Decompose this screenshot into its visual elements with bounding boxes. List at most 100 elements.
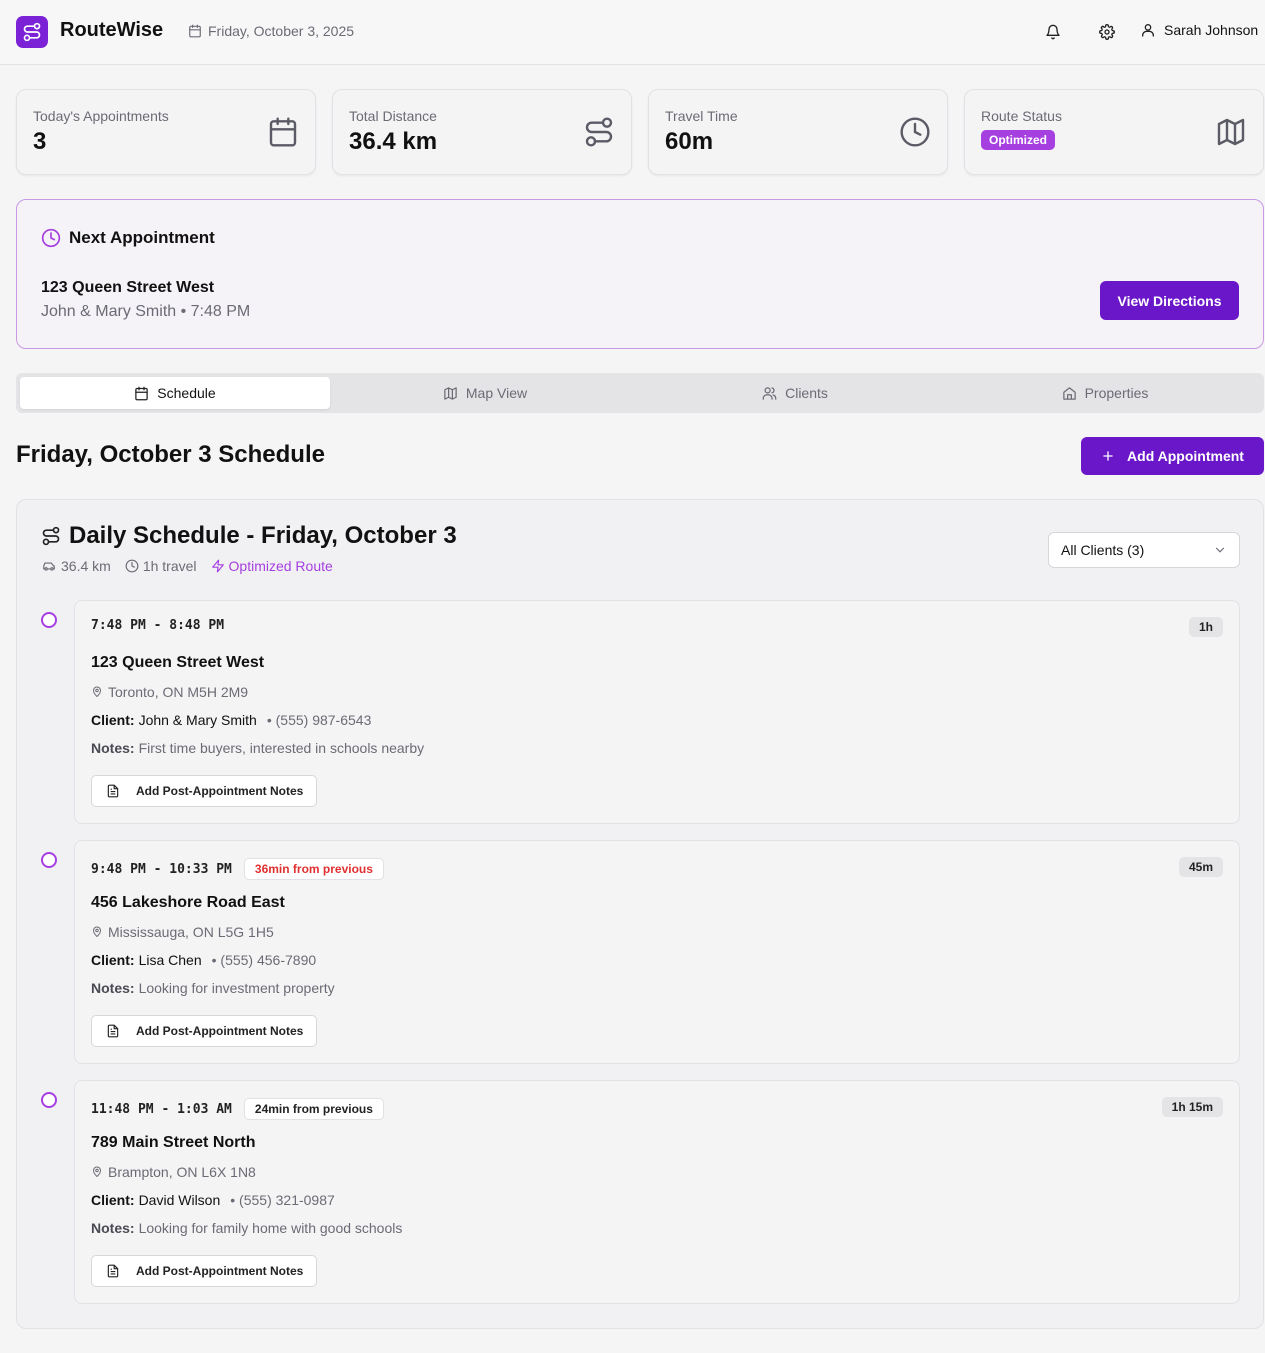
clock-icon xyxy=(125,559,139,573)
stat-label: Travel Time xyxy=(665,108,738,124)
notes-text: First time buyers, interested in schools… xyxy=(138,740,425,756)
add-notes-button[interactable]: Add Post-Appointment Notes xyxy=(91,775,317,807)
stat-value: 36.4 km xyxy=(349,128,438,155)
appointment-city: Brampton, ON L6X 1N8 xyxy=(91,1164,256,1180)
client-label: Client: xyxy=(91,1192,135,1208)
calendar-icon xyxy=(188,24,202,38)
notes-row: Notes: Looking for investment property xyxy=(91,980,335,996)
file-text-icon xyxy=(106,1024,120,1038)
optimized-text: Optimized Route xyxy=(228,558,333,574)
distance-text: 36.4 km xyxy=(61,558,111,574)
city-text: Mississauga, ON L5G 1H5 xyxy=(108,924,274,940)
route-summary: 36.4 km 1h travel Optimized Route xyxy=(41,558,333,574)
client-row: Client: Lisa Chen • (555) 456-7890 xyxy=(91,952,316,968)
timeline-dot xyxy=(41,1092,57,1108)
client-label: Client: xyxy=(91,712,135,728)
user-name: Sarah Johnson xyxy=(1164,22,1259,38)
view-tabs: Schedule Map View Clients Properties xyxy=(16,373,1264,413)
daily-schedule-title-text: Daily Schedule - Friday, October 3 xyxy=(69,522,457,549)
header-date-text: Friday, October 3, 2025 xyxy=(208,23,355,39)
appointment-address: 123 Queen Street West xyxy=(91,654,265,671)
stat-card-route-status: Route Status Optimized xyxy=(964,89,1264,175)
appointment-address: 789 Main Street North xyxy=(91,1134,256,1151)
calendar-icon xyxy=(134,386,149,401)
optimized-meta: Optimized Route xyxy=(211,558,333,574)
duration-badge: 45m xyxy=(1178,857,1223,877)
map-pin-icon xyxy=(91,1166,103,1178)
client-name: John & Mary Smith xyxy=(138,712,257,728)
stat-card-distance: Total Distance 36.4 km xyxy=(332,89,632,175)
stat-label: Today's Appointments xyxy=(33,108,169,124)
add-notes-label: Add Post-Appointment Notes xyxy=(136,784,304,798)
stat-label: Route Status xyxy=(981,108,1062,124)
add-notes-button[interactable]: Add Post-Appointment Notes xyxy=(91,1015,317,1047)
stat-card-travel-time: Travel Time 60m xyxy=(648,89,948,175)
user-menu[interactable]: Sarah Johnson xyxy=(1140,22,1258,38)
route-icon xyxy=(41,526,61,546)
client-row: Client: John & Mary Smith • (555) 987-65… xyxy=(91,712,371,728)
gear-icon[interactable] xyxy=(1097,22,1117,42)
add-notes-label: Add Post-Appointment Notes xyxy=(136,1024,304,1038)
notes-row: Notes: Looking for family home with good… xyxy=(91,1220,402,1236)
stat-label: Total Distance xyxy=(349,108,437,124)
route-icon xyxy=(583,116,615,148)
next-appointment-card: Next Appointment 123 Queen Street West J… xyxy=(16,199,1264,349)
notes-text: Looking for investment property xyxy=(138,980,335,996)
lightning-icon xyxy=(211,559,225,573)
tab-properties[interactable]: Properties xyxy=(950,377,1260,409)
tab-map-view[interactable]: Map View xyxy=(330,377,640,409)
stat-value: 3 xyxy=(33,128,47,155)
user-icon xyxy=(1140,22,1156,38)
travel-badge: 36min from previous xyxy=(243,858,384,880)
tab-schedule[interactable]: Schedule xyxy=(20,377,330,409)
time-row: 9:48 PM - 10:33 PM 36min from previous xyxy=(91,858,384,880)
city-text: Toronto, ON M5H 2M9 xyxy=(108,684,249,700)
users-icon xyxy=(762,386,777,401)
notes-row: Notes: First time buyers, interested in … xyxy=(91,740,424,756)
notes-label: Notes: xyxy=(91,1220,135,1236)
next-appointment-heading: Next Appointment xyxy=(69,228,215,247)
distance-meta: 36.4 km xyxy=(41,558,111,574)
client-row: Client: David Wilson • (555) 321-0987 xyxy=(91,1192,335,1208)
add-notes-button[interactable]: Add Post-Appointment Notes xyxy=(91,1255,317,1287)
client-phone[interactable]: • (555) 987-6543 xyxy=(267,712,372,728)
client-name: David Wilson xyxy=(138,1192,221,1208)
add-appointment-button[interactable]: Add Appointment xyxy=(1081,437,1264,475)
appointment-time: 9:48 PM - 10:33 PM xyxy=(91,861,232,877)
calendar-icon xyxy=(267,116,299,148)
stat-value: 60m xyxy=(665,128,714,155)
appointment-item: 7:48 PM - 8:48 PM 1h 123 Queen Street We… xyxy=(74,600,1240,824)
duration-badge: 1h xyxy=(1188,617,1223,637)
map-pin-icon xyxy=(91,686,103,698)
client-filter-value: All Clients (3) xyxy=(1061,542,1145,558)
file-text-icon xyxy=(106,784,120,798)
travel-badge: 24min from previous xyxy=(243,1098,384,1120)
car-icon xyxy=(41,559,57,573)
client-phone[interactable]: • (555) 456-7890 xyxy=(212,952,317,968)
time-row: 7:48 PM - 8:48 PM xyxy=(91,618,224,633)
tab-clients[interactable]: Clients xyxy=(640,377,950,409)
time-row: 11:48 PM - 1:03 AM 24min from previous xyxy=(91,1098,384,1120)
home-icon xyxy=(1062,386,1077,401)
client-filter-select[interactable]: All Clients (3) xyxy=(1048,532,1240,568)
app-header: RouteWise Friday, October 3, 2025 Sarah … xyxy=(0,0,1265,65)
bell-icon[interactable] xyxy=(1043,22,1063,42)
map-icon xyxy=(1215,116,1247,148)
view-directions-button[interactable]: View Directions xyxy=(1100,281,1239,320)
daily-schedule-title: Daily Schedule - Friday, October 3 xyxy=(41,522,457,550)
appointment-item: 9:48 PM - 10:33 PM 36min from previous 4… xyxy=(74,840,1240,1064)
appointment-address: 456 Lakeshore Road East xyxy=(91,894,285,911)
logo-icon[interactable] xyxy=(16,16,48,48)
client-phone[interactable]: • (555) 321-0987 xyxy=(230,1192,335,1208)
notes-label: Notes: xyxy=(91,980,135,996)
next-appointment-address: 123 Queen Street West xyxy=(41,279,215,296)
tab-label: Clients xyxy=(785,385,828,401)
map-icon xyxy=(443,386,458,401)
notes-label: Notes: xyxy=(91,740,135,756)
client-label: Client: xyxy=(91,952,135,968)
appointment-time: 7:48 PM - 8:48 PM xyxy=(91,618,225,633)
file-text-icon xyxy=(106,1264,120,1278)
appointment-item: 11:48 PM - 1:03 AM 24min from previous 1… xyxy=(74,1080,1240,1304)
clock-icon xyxy=(41,228,61,248)
add-appointment-label: Add Appointment xyxy=(1127,448,1244,464)
